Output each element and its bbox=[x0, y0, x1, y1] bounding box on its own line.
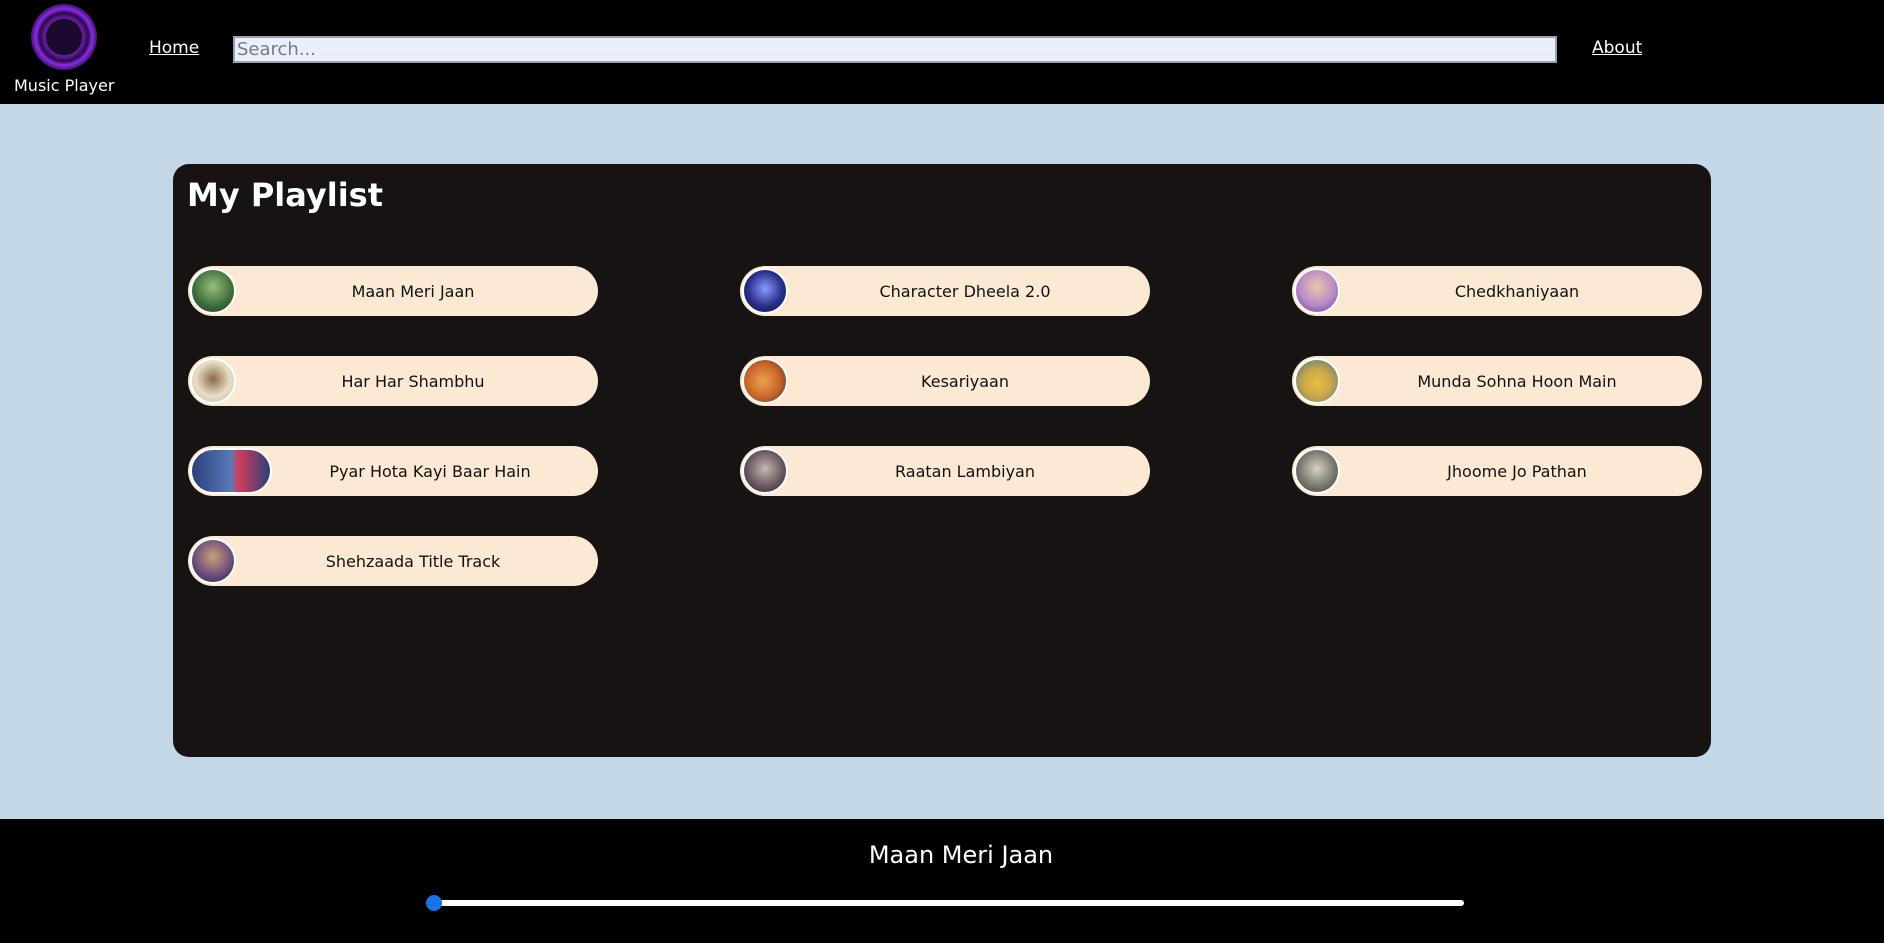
progress-slider[interactable] bbox=[426, 895, 1464, 911]
progress-slider-handle[interactable] bbox=[426, 895, 442, 911]
song-thumbnail bbox=[742, 268, 788, 314]
song-title: Har Har Shambhu bbox=[341, 371, 485, 391]
song-item-chedkhaniyaan[interactable]: Chedkhaniyaan bbox=[1292, 266, 1702, 316]
about-link[interactable]: About bbox=[1592, 38, 1642, 58]
song-thumbnail bbox=[1294, 268, 1340, 314]
playlist-card: My Playlist Maan Meri Jaan Har Har Shamb… bbox=[173, 164, 1711, 757]
song-title: Kesariyaan bbox=[921, 371, 1009, 391]
song-thumbnail bbox=[190, 448, 272, 494]
song-thumbnail bbox=[1294, 358, 1340, 404]
song-thumbnail bbox=[190, 268, 236, 314]
song-title: Maan Meri Jaan bbox=[351, 281, 475, 301]
brand-name: Music Player bbox=[14, 76, 115, 95]
song-item-jhoome-jo-pathan[interactable]: Jhoome Jo Pathan bbox=[1292, 446, 1702, 496]
song-item-maan-meri-jaan[interactable]: Maan Meri Jaan bbox=[188, 266, 598, 316]
song-item-character-dheela[interactable]: Character Dheela 2.0 bbox=[740, 266, 1150, 316]
song-item-shehzaada-title-track[interactable]: Shehzaada Title Track bbox=[188, 536, 598, 586]
song-item-har-har-shambhu[interactable]: Har Har Shambhu bbox=[188, 356, 598, 406]
music-player-logo-icon[interactable] bbox=[31, 4, 97, 70]
now-playing-title: Maan Meri Jaan bbox=[868, 841, 1054, 869]
song-title: Character Dheela 2.0 bbox=[879, 281, 1051, 301]
song-thumbnail bbox=[742, 448, 788, 494]
song-title: Chedkhaniyaan bbox=[1454, 281, 1580, 301]
song-title: Pyar Hota Kayi Baar Hain bbox=[329, 461, 531, 481]
search-input[interactable] bbox=[233, 36, 1557, 63]
song-thumbnail bbox=[1294, 448, 1340, 494]
song-thumbnail bbox=[742, 358, 788, 404]
song-title: Munda Sohna Hoon Main bbox=[1417, 371, 1617, 391]
song-title: Raatan Lambiyan bbox=[895, 461, 1035, 481]
song-item-raatan-lambiyan[interactable]: Raatan Lambiyan bbox=[740, 446, 1150, 496]
player-bar: Maan Meri Jaan bbox=[0, 819, 1884, 943]
song-title: Shehzaada Title Track bbox=[325, 551, 501, 571]
song-thumbnail bbox=[190, 538, 236, 584]
song-item-munda-sohna-hoon-main[interactable]: Munda Sohna Hoon Main bbox=[1292, 356, 1702, 406]
playlist-title: My Playlist bbox=[187, 176, 384, 214]
song-item-pyar-hota-kayi-baar-hain[interactable]: Pyar Hota Kayi Baar Hain bbox=[188, 446, 598, 496]
home-link[interactable]: Home bbox=[149, 38, 199, 58]
brand[interactable]: Music Player bbox=[14, 4, 114, 95]
song-thumbnail bbox=[190, 358, 236, 404]
navbar: Music Player Home About bbox=[0, 0, 1884, 104]
song-item-kesariyaan[interactable]: Kesariyaan bbox=[740, 356, 1150, 406]
song-title: Jhoome Jo Pathan bbox=[1447, 461, 1587, 481]
